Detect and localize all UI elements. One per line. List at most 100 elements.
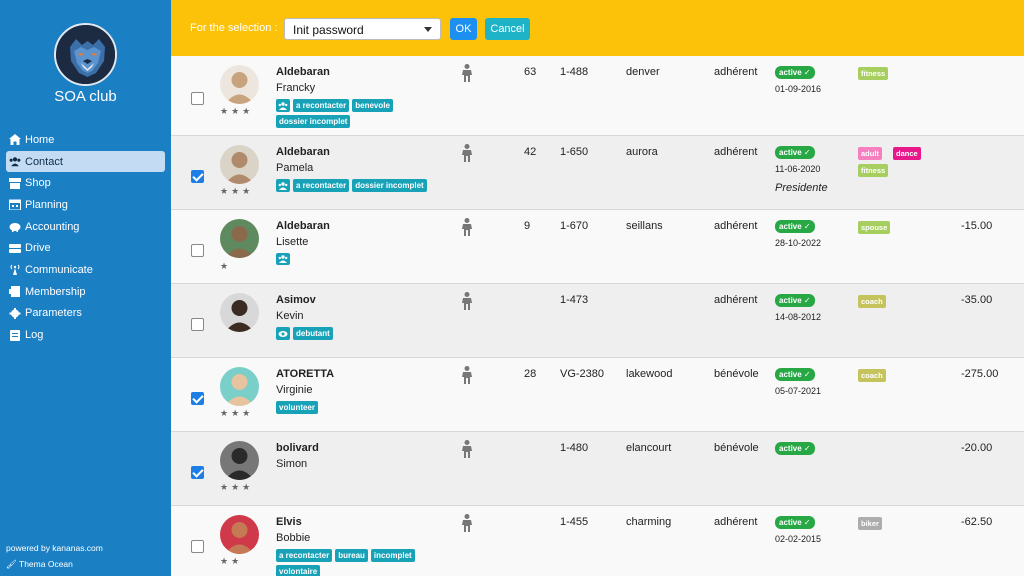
contact-tag[interactable]: a recontacter [276, 549, 333, 562]
category-tag[interactable]: fitness [858, 164, 889, 177]
contact-last-name[interactable]: Aldebaran [276, 146, 330, 158]
ok-button[interactable]: OK [450, 18, 477, 40]
contact-tag[interactable]: bureau [335, 549, 368, 562]
row-checkbox[interactable] [191, 392, 204, 405]
person-icon [461, 144, 473, 162]
contact-last-name[interactable]: Asimov [276, 294, 316, 306]
category-tag[interactable]: spouse [858, 221, 891, 234]
avatar[interactable] [220, 515, 259, 554]
member-id: VG-2380 [560, 368, 605, 380]
category-tag[interactable]: dance [893, 147, 921, 160]
drive-icon [9, 243, 21, 253]
group-icon[interactable] [276, 253, 290, 265]
rating-stars: ★★ [220, 556, 243, 566]
status-badge[interactable]: active ✓ [775, 220, 815, 233]
sidebar-item-home[interactable]: Home [6, 129, 165, 151]
avatar[interactable] [220, 293, 259, 332]
group-icon[interactable] [276, 179, 290, 192]
sidebar-item-parameters[interactable]: Parameters [6, 303, 165, 325]
sidebar-item-planning[interactable]: Planning [6, 194, 165, 216]
contact-city: aurora [626, 146, 658, 158]
contact-first-name[interactable]: Virginie [276, 384, 313, 396]
eye-icon[interactable] [276, 327, 290, 340]
cancel-button[interactable]: Cancel [485, 18, 530, 40]
table-row[interactable]: ★★★ Aldebaran Francky a recontacter benevole… [171, 56, 1024, 136]
avatar[interactable] [220, 441, 259, 480]
avatar[interactable] [220, 65, 259, 104]
row-checkbox[interactable] [191, 92, 204, 105]
club-logo[interactable] [54, 23, 117, 86]
row-checkbox[interactable] [191, 540, 204, 553]
status-badge[interactable]: active ✓ [775, 66, 815, 79]
group-icon[interactable] [276, 99, 290, 112]
contact-note: Presidente [775, 182, 828, 194]
status-badge[interactable]: active ✓ [775, 294, 815, 307]
status-badge[interactable]: active ✓ [775, 516, 815, 529]
powered-by-link[interactable]: powered by kananas.com [6, 543, 103, 553]
sidebar-item-communicate[interactable]: Communicate [6, 259, 165, 281]
table-row[interactable]: Asimov Kevin debutant 1-473 adhérent active ✓… [171, 284, 1024, 358]
row-checkbox[interactable] [191, 244, 204, 257]
contact-tag[interactable]: dossier incomplet [352, 179, 427, 192]
sidebar-item-membership[interactable]: Membership [6, 281, 165, 303]
category-tag[interactable]: coach [858, 369, 886, 382]
rating-stars: ★★★ [220, 186, 254, 196]
contact-tag[interactable]: a recontacter [293, 99, 350, 112]
row-checkbox[interactable] [191, 466, 204, 479]
selection-toolbar: For the selection : Init password OK Can… [171, 0, 1024, 56]
status-badge[interactable]: active ✓ [775, 146, 815, 159]
category-tag[interactable]: fitness [858, 67, 889, 80]
sidebar-item-label: Accounting [25, 220, 80, 233]
contact-last-name[interactable]: Aldebaran [276, 66, 330, 78]
sidebar-item-accounting[interactable]: Accounting [6, 216, 165, 238]
contact-first-name[interactable]: Pamela [276, 162, 313, 174]
contact-tag[interactable]: incomplet [370, 549, 415, 562]
category-tag[interactable]: biker [858, 517, 882, 530]
contact-tag[interactable]: benevole [352, 99, 393, 112]
table-row[interactable]: ★★★ ATORETTA Virginie volunteer 28 VG-2380 lak… [171, 358, 1024, 432]
avatar[interactable] [220, 219, 259, 258]
avatar[interactable] [220, 367, 259, 406]
contact-tag[interactable]: volunteer [276, 401, 319, 414]
table-row[interactable]: ★★★ Aldebaran Pamela a recontacter dossier i… [171, 136, 1024, 210]
status-badge[interactable]: active ✓ [775, 442, 815, 455]
contact-tag[interactable]: debutant [293, 327, 333, 340]
sidebar-item-log[interactable]: Log [6, 324, 165, 346]
avatar[interactable] [220, 145, 259, 184]
id-card-icon [9, 286, 20, 298]
contact-role: adhérent [714, 146, 758, 158]
sidebar-item-shop[interactable]: Shop [6, 172, 165, 194]
status-badge[interactable]: active ✓ [775, 368, 815, 381]
contact-first-name[interactable]: Kevin [276, 310, 304, 322]
category-tag[interactable]: coach [858, 295, 886, 308]
sidebar-item-drive[interactable]: Drive [6, 237, 165, 259]
contact-tag[interactable]: a recontacter [293, 179, 350, 192]
selection-action-select[interactable]: Init password [284, 18, 441, 40]
sidebar-item-label: Log [25, 329, 44, 342]
contact-first-name[interactable]: Bobbie [276, 532, 310, 544]
contact-first-name[interactable]: Lisette [276, 236, 308, 248]
contact-last-name[interactable]: Aldebaran [276, 220, 330, 232]
theme-label[interactable]: 🖌 Thema Ocean [6, 559, 73, 570]
contact-last-name[interactable]: ATORETTA [276, 368, 334, 380]
row-checkbox[interactable] [191, 170, 204, 183]
table-row[interactable]: ★ Aldebaran Lisette 9 1-670 seillans adhérent a… [171, 210, 1024, 284]
contact-role: adhérent [714, 294, 758, 306]
row-checkbox[interactable] [191, 318, 204, 331]
contact-tag[interactable]: volontaire [276, 565, 321, 576]
table-row[interactable]: ★★★ bolivard Simon 1-480 elancourt bénévole ac… [171, 432, 1024, 506]
contact-first-name[interactable]: Simon [276, 458, 307, 470]
category-tag[interactable]: adult [858, 147, 882, 160]
contact-tag[interactable]: dossier incomplet [276, 115, 351, 128]
contact-last-name[interactable]: bolivard [276, 442, 319, 454]
rating-stars: ★ [220, 261, 232, 271]
contact-last-name[interactable]: Elvis [276, 516, 302, 528]
contact-role: adhérent [714, 516, 758, 528]
sidebar-item-contact[interactable]: Contact [6, 150, 165, 173]
table-row[interactable]: ★★ Elvis Bobbie a recontacter bureau incomple… [171, 506, 1024, 576]
calendar-icon [9, 199, 21, 211]
shop-icon [9, 177, 21, 189]
contact-first-name[interactable]: Francky [276, 82, 315, 94]
contact-role: adhérent [714, 66, 758, 78]
sidebar-item-label: Drive [25, 242, 51, 255]
